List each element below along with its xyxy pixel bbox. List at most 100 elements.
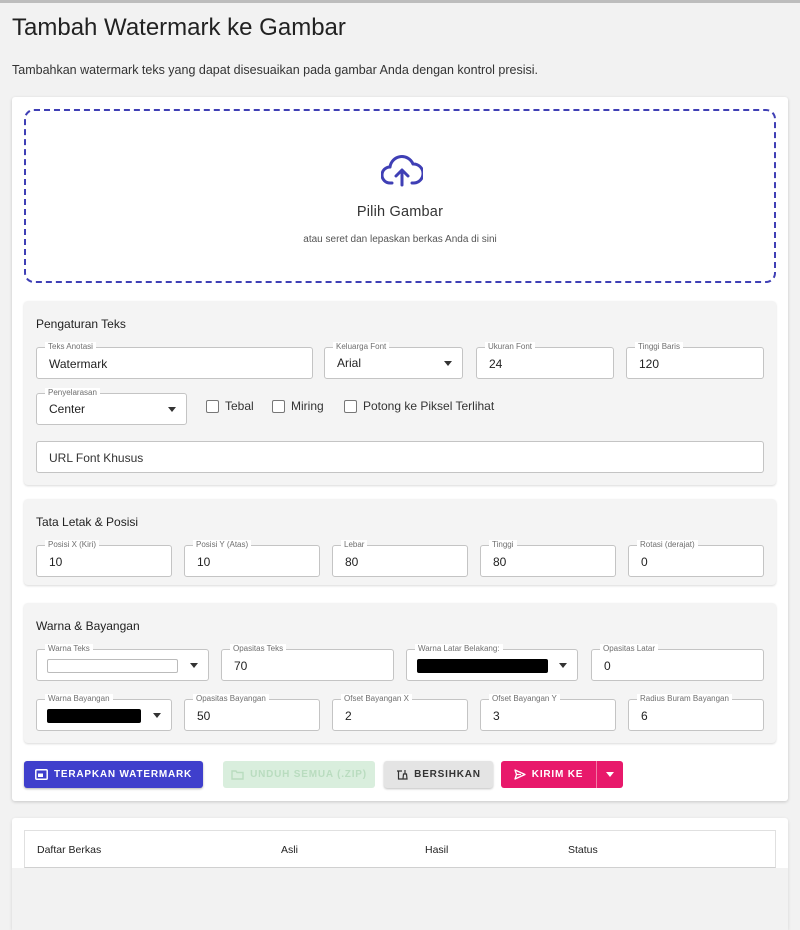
folder-icon: [231, 770, 244, 780]
shadow-color-swatch[interactable]: [47, 709, 141, 723]
layout-position-section: Tata Letak & Posisi Posisi X (Kiri) 10 P…: [24, 499, 776, 585]
text-opacity-label: Opasitas Teks: [230, 644, 287, 654]
column-result: Hasil: [425, 844, 449, 856]
background-color-label: Warna Latar Belakang:: [415, 644, 503, 654]
alignment-select[interactable]: Penyelarasan Center: [36, 388, 187, 425]
checkbox-box[interactable]: [344, 399, 357, 413]
dropzone-title[interactable]: Pilih Gambar: [26, 204, 774, 220]
italic-checkbox[interactable]: Miring: [272, 399, 324, 413]
line-height-label: Tinggi Baris: [635, 342, 683, 352]
font-family-value: Arial: [337, 356, 362, 370]
checkbox-box[interactable]: [206, 399, 219, 413]
shadow-offset-x-value: 2: [345, 709, 352, 723]
download-all-zip-button[interactable]: UNDUH SEMUA (.ZIP): [223, 761, 375, 788]
chevron-down-icon: [559, 663, 567, 668]
shadow-color-label: Warna Bayangan: [45, 694, 113, 704]
rotation-value: 0: [641, 555, 648, 569]
cloud-upload-icon: [381, 155, 423, 187]
shadow-offset-y-label: Ofset Bayangan Y: [489, 694, 560, 704]
position-y-label: Posisi Y (Atas): [193, 540, 252, 550]
color-shadow-title: Warna & Bayangan: [36, 619, 140, 633]
send-to-label: KIRIM KE: [531, 769, 584, 780]
shadow-blur-radius-label: Radius Buram Bayangan: [637, 694, 732, 704]
height-label: Tinggi: [489, 540, 517, 550]
position-x-input[interactable]: Posisi X (Kiri) 10: [36, 540, 172, 577]
shadow-offset-x-label: Ofset Bayangan X: [341, 694, 412, 704]
italic-label: Miring: [291, 399, 324, 413]
layout-position-title: Tata Letak & Posisi: [36, 515, 139, 529]
height-input[interactable]: Tinggi 80: [480, 540, 616, 577]
text-settings-section: Pengaturan Teks Teks Anotasi Watermark K…: [24, 301, 776, 485]
shadow-color-picker[interactable]: Warna Bayangan: [36, 694, 172, 731]
column-file-list: Daftar Berkas: [37, 844, 102, 856]
font-size-value: 24: [489, 357, 503, 371]
column-status: Status: [568, 844, 598, 856]
image-dropzone[interactable]: Pilih Gambar atau seret dan lepaskan ber…: [24, 109, 776, 283]
chevron-down-icon: [444, 361, 452, 366]
chevron-down-icon: [606, 772, 614, 777]
background-color-picker[interactable]: Warna Latar Belakang:: [406, 644, 578, 681]
custom-font-url-input[interactable]: URL Font Khusus: [36, 441, 764, 473]
alignment-label: Penyelarasan: [45, 388, 100, 398]
file-table-header: Daftar Berkas Asli Hasil Status: [24, 830, 776, 868]
text-settings-title: Pengaturan Teks: [36, 317, 126, 331]
file-list-card: Daftar Berkas Asli Hasil Status: [12, 818, 788, 930]
dropzone-subtitle: atau seret dan lepaskan berkas Anda di s…: [303, 234, 497, 245]
custom-font-url-placeholder: URL Font Khusus: [49, 451, 144, 465]
text-color-swatch[interactable]: [47, 659, 178, 673]
font-family-label: Keluarga Font: [333, 342, 390, 352]
color-shadow-section: Warna & Bayangan Warna Teks Opasitas Tek…: [24, 603, 776, 743]
rotation-input[interactable]: Rotasi (derajat) 0: [628, 540, 764, 577]
font-size-input[interactable]: Ukuran Font 24: [476, 342, 614, 379]
width-label: Lebar: [341, 540, 368, 550]
rotation-label: Rotasi (derajat): [637, 540, 698, 550]
position-x-value: 10: [49, 555, 63, 569]
page-background-bottom: [12, 868, 788, 930]
position-y-input[interactable]: Posisi Y (Atas) 10: [184, 540, 320, 577]
clear-label: BERSIHKAN: [414, 769, 481, 780]
apply-watermark-button[interactable]: TERAPKAN WATERMARK: [24, 761, 203, 788]
annotation-text-value: Watermark: [49, 357, 108, 371]
shadow-opacity-input[interactable]: Opasitas Bayangan 50: [184, 694, 320, 731]
shadow-opacity-label: Opasitas Bayangan: [193, 694, 269, 704]
top-border: [0, 0, 800, 3]
line-height-value: 120: [639, 357, 660, 371]
shadow-blur-radius-input[interactable]: Radius Buram Bayangan 6: [628, 694, 764, 731]
shadow-offset-y-value: 3: [493, 709, 500, 723]
shadow-opacity-value: 50: [197, 709, 211, 723]
width-value: 80: [345, 555, 359, 569]
position-x-label: Posisi X (Kiri): [45, 540, 100, 550]
font-family-select[interactable]: Keluarga Font Arial: [324, 342, 463, 379]
bold-checkbox[interactable]: Tebal: [206, 399, 254, 413]
apply-watermark-label: TERAPKAN WATERMARK: [53, 769, 193, 780]
bold-label: Tebal: [225, 399, 254, 413]
annotation-text-label: Teks Anotasi: [45, 342, 96, 352]
shadow-blur-radius-value: 6: [641, 709, 648, 723]
crop-visible-pixels-label: Potong ke Piksel Terlihat: [363, 399, 495, 413]
broom-icon: [397, 769, 408, 780]
chevron-down-icon: [168, 407, 176, 412]
height-value: 80: [493, 555, 507, 569]
annotation-text-input[interactable]: Teks Anotasi Watermark: [36, 342, 313, 379]
image-frame-icon: [34, 769, 48, 780]
watermark-tool-card: Pilih Gambar atau seret dan lepaskan ber…: [12, 97, 788, 801]
clear-button[interactable]: BERSIHKAN: [384, 761, 493, 788]
download-all-zip-label: UNDUH SEMUA (.ZIP): [250, 769, 367, 780]
shadow-offset-y-input[interactable]: Ofset Bayangan Y 3: [480, 694, 616, 731]
text-opacity-value: 70: [234, 659, 248, 673]
crop-visible-pixels-checkbox[interactable]: Potong ke Piksel Terlihat: [344, 399, 494, 413]
text-opacity-input[interactable]: Opasitas Teks 70: [221, 644, 394, 681]
background-opacity-input[interactable]: Opasitas Latar 0: [591, 644, 764, 681]
send-to-button[interactable]: KIRIM KE: [501, 761, 596, 788]
text-color-label: Warna Teks: [45, 644, 93, 654]
text-color-picker[interactable]: Warna Teks: [36, 644, 209, 681]
width-input[interactable]: Lebar 80: [332, 540, 468, 577]
shadow-offset-x-input[interactable]: Ofset Bayangan X 2: [332, 694, 468, 731]
background-opacity-label: Opasitas Latar: [600, 644, 659, 654]
checkbox-box[interactable]: [272, 399, 285, 413]
background-color-swatch[interactable]: [417, 659, 548, 673]
background-opacity-value: 0: [604, 659, 611, 673]
alignment-value: Center: [49, 402, 86, 416]
send-to-dropdown-button[interactable]: [596, 761, 623, 788]
line-height-input[interactable]: Tinggi Baris 120: [626, 342, 764, 379]
